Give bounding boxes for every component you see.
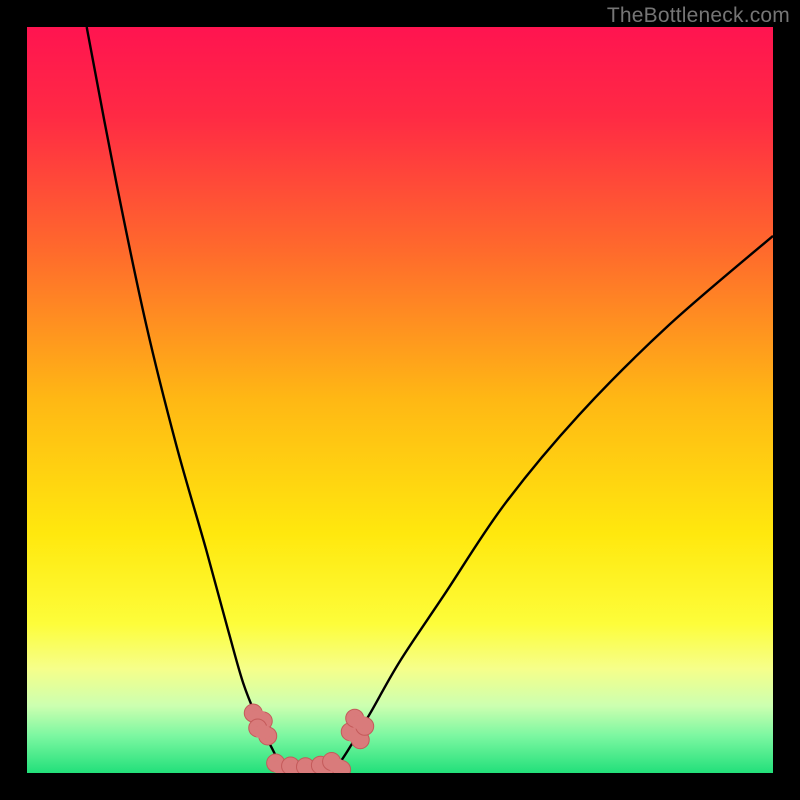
bottleneck-chart (27, 27, 773, 773)
chart-frame (27, 27, 773, 773)
watermark-text: TheBottleneck.com (607, 4, 790, 28)
